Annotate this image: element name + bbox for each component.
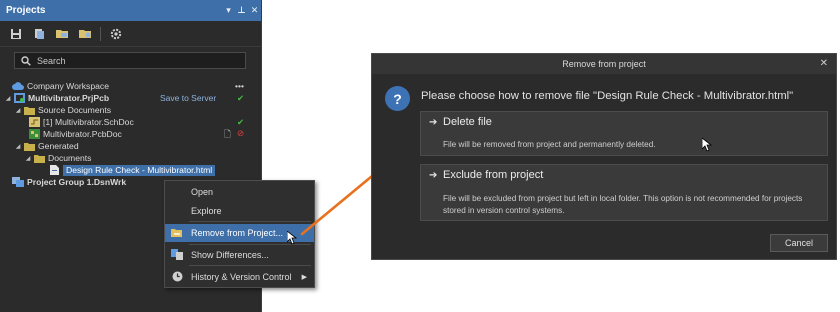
tree-item-workspace[interactable]: Company Workspace ••• [0, 80, 262, 92]
tree-item-selected-file[interactable]: Design Rule Check - Multivibrator.html [0, 164, 262, 176]
tree-item-pcbdoc[interactable]: Multivibrator.PcbDoc 🗋 ⊘ [0, 128, 262, 140]
mouse-cursor-icon [287, 231, 297, 245]
delete-file-title: Delete file [443, 116, 492, 128]
menu-item-history-label: History & Version Control [191, 271, 292, 282]
cloud-icon [12, 81, 24, 91]
menu-item-remove-label: Remove from Project... [191, 228, 284, 238]
search-placeholder: Search [37, 55, 66, 66]
menu-item-explore[interactable]: Explore [165, 202, 314, 219]
dialog-prompt: Please choose how to remove file "Design… [421, 90, 794, 102]
save-icon[interactable] [8, 26, 24, 42]
projects-toolbar [0, 21, 261, 47]
project-options-icon[interactable] [31, 26, 47, 42]
project-group-icon [12, 177, 24, 187]
generated-label: Generated [38, 141, 79, 151]
remove-from-project-dialog: Remove from project ✕ ? Please choose ho… [371, 53, 837, 260]
pin-icon[interactable]: ⊥ [235, 5, 248, 16]
panel-menu-icon[interactable]: ▾ [222, 5, 235, 16]
save-to-server-link[interactable]: Save to Server [160, 93, 216, 103]
projects-panel-titlebar: Projects ▾ ⊥ ✕ [0, 0, 261, 21]
remove-folder-icon [171, 227, 183, 239]
collapse-icon[interactable]: ◢ [14, 143, 22, 150]
documents-label: Documents [48, 153, 92, 163]
html-file-icon [48, 165, 60, 175]
dialog-titlebar: Remove from project ✕ [372, 54, 836, 74]
delete-file-description: File will be removed from project and pe… [443, 140, 656, 149]
delete-file-option[interactable]: ➔ Delete file File will be removed from … [420, 111, 828, 156]
exclude-description: File will be excluded from project but l… [443, 194, 803, 215]
menu-item-history-version-control[interactable]: History & Version Control ▶ [165, 268, 314, 285]
gear-icon[interactable] [108, 26, 124, 42]
tree-item-project[interactable]: ◢ Multivibrator.PrjPcb Save to Server ✔ [0, 92, 262, 104]
search-input[interactable]: Search [14, 52, 246, 69]
panel-title: Projects [6, 5, 46, 16]
toolbar-separator [100, 26, 101, 41]
cancel-button[interactable]: Cancel [770, 234, 828, 252]
tree-item-documents[interactable]: ◢ Documents [0, 152, 262, 164]
pcbdoc-label: Multivibrator.PcbDoc [43, 129, 122, 139]
menu-separator [189, 221, 311, 222]
folder-icon [33, 153, 45, 163]
folder-settings-icon[interactable] [77, 26, 93, 42]
menu-separator [189, 265, 311, 266]
tree-item-generated[interactable]: ◢ Generated [0, 140, 262, 152]
check-icon: ✔ [237, 93, 245, 103]
menu-item-open[interactable]: Open [165, 183, 314, 200]
open-folder-icon[interactable] [54, 26, 70, 42]
modified-status-icon: ⊘ [237, 128, 245, 138]
pcb-project-icon [13, 93, 25, 103]
close-icon[interactable]: ✕ [248, 5, 261, 16]
project-group-label: Project Group 1.DsnWrk [27, 177, 127, 187]
selected-file-label: Design Rule Check - Multivibrator.html [63, 164, 216, 176]
menu-item-explore-label: Explore [191, 205, 222, 216]
folder-icon [23, 141, 35, 151]
tree-item-schdoc[interactable]: [1] Multivibrator.SchDoc ✔ [0, 116, 262, 128]
clock-icon [171, 271, 183, 283]
arrow-right-icon: ➔ [429, 117, 438, 128]
compare-icon [171, 249, 183, 261]
tree-item-source-documents[interactable]: ◢ Source Documents [0, 104, 262, 116]
mouse-cursor-icon [702, 138, 712, 152]
menu-item-show-differences-label: Show Differences... [191, 249, 269, 260]
menu-item-show-differences[interactable]: Show Differences... [165, 246, 314, 263]
dialog-title: Remove from project [562, 59, 646, 69]
arrow-right-icon: ➔ [429, 170, 438, 181]
workspace-label: Company Workspace [27, 81, 109, 91]
submenu-arrow-icon: ▶ [301, 273, 307, 281]
collapse-icon[interactable]: ◢ [24, 155, 32, 162]
exclude-title: Exclude from project [443, 169, 544, 181]
project-tree: Company Workspace ••• ◢ Multivibrator.Pr… [0, 80, 262, 188]
pcb-doc-icon [28, 129, 40, 139]
dialog-close-icon[interactable]: ✕ [820, 58, 828, 69]
source-documents-label: Source Documents [38, 105, 112, 115]
menu-item-open-label: Open [191, 186, 214, 197]
folder-icon [23, 105, 35, 115]
collapse-icon[interactable]: ◢ [14, 107, 22, 114]
exclude-from-project-option[interactable]: ➔ Exclude from project File will be excl… [420, 164, 828, 221]
schdoc-label: [1] Multivibrator.SchDoc [43, 117, 134, 127]
project-label: Multivibrator.PrjPcb [28, 93, 110, 103]
collapse-icon[interactable]: ◢ [4, 95, 12, 102]
question-icon: ? [385, 86, 410, 111]
check-icon: ✔ [237, 117, 245, 127]
schematic-doc-icon [28, 117, 40, 127]
search-icon [21, 55, 31, 66]
workspace-menu-icon[interactable]: ••• [235, 81, 244, 91]
